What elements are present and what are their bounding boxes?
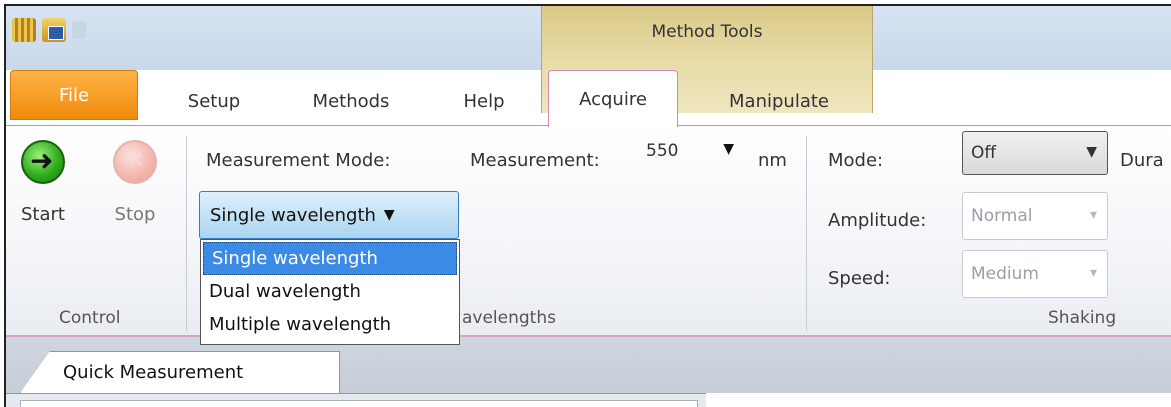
context-group-title: Method Tools (651, 22, 763, 42)
duration-label: Dura (1120, 150, 1164, 171)
tab-setup[interactable]: Setup (174, 82, 254, 120)
speed-label: Speed: (828, 268, 891, 289)
application-window: Method Tools File Setup Methods Help Acq… (4, 4, 1171, 407)
stop-label: Stop (114, 204, 156, 225)
stop-icon (113, 140, 157, 184)
tab-methods[interactable]: Methods (296, 82, 406, 120)
tab-file[interactable]: File (10, 70, 138, 120)
amplitude-label: Amplitude: (828, 210, 927, 231)
option-multiple-wavelength[interactable]: Multiple wavelength (201, 308, 459, 341)
wavelengths-group-label: avelengths (462, 308, 556, 328)
chevron-down-icon: ▾ (1089, 265, 1097, 281)
start-button[interactable]: Start (18, 140, 68, 225)
amplitude-value: Normal (971, 206, 1033, 226)
measurement-mode-label: Measurement Mode: (206, 150, 391, 171)
chevron-down-icon: ▼ (383, 207, 395, 223)
start-label: Start (21, 204, 65, 225)
unit-label: nm (758, 150, 787, 171)
blank-area (706, 393, 1171, 407)
stop-button[interactable]: Stop (110, 140, 160, 225)
speed-select[interactable]: Medium ▾ (962, 250, 1108, 298)
chevron-down-icon: ▼ (723, 141, 734, 157)
measurement-label: Measurement: (470, 150, 600, 171)
document-content (6, 393, 706, 407)
shaking-mode-label: Mode: (828, 150, 884, 171)
chevron-down-icon: ▼ (1086, 144, 1097, 160)
measurement-mode-select[interactable]: Single wavelength ▼ (199, 191, 459, 239)
measurement-mode-value: Single wavelength (210, 204, 376, 226)
group-separator (186, 136, 187, 331)
tab-manipulate[interactable]: Manipulate (714, 82, 844, 120)
document-panel (20, 400, 698, 407)
ribbon-tab-row: File Setup Methods Help Acquire Manipula… (6, 70, 1171, 127)
shaking-mode-select[interactable]: Off ▼ (962, 131, 1108, 175)
start-icon (21, 140, 65, 184)
tab-quick-measurement[interactable]: Quick Measurement (20, 351, 340, 393)
wavelength-value: 550 (646, 141, 679, 161)
group-separator (806, 136, 807, 331)
speed-value: Medium (971, 264, 1039, 284)
chevron-down-icon: ▾ (1089, 207, 1097, 223)
quick-access-toolbar (12, 18, 86, 42)
app-icon[interactable] (12, 18, 36, 42)
shaking-mode-value: Off (971, 143, 997, 163)
option-single-wavelength[interactable]: Single wavelength (203, 242, 457, 275)
ribbon-panel: Start Stop Control Measurement Mode: Mea… (6, 125, 1171, 337)
tab-help[interactable]: Help (452, 82, 516, 120)
wavelength-select[interactable]: 550 ▼ (638, 132, 744, 170)
measurement-mode-dropdown: Single wavelength Dual wavelength Multip… (200, 239, 460, 345)
option-dual-wavelength[interactable]: Dual wavelength (201, 275, 459, 308)
save-icon[interactable] (72, 21, 86, 39)
open-icon[interactable] (42, 18, 66, 42)
tab-acquire[interactable]: Acquire (548, 70, 678, 127)
control-group-label: Control (59, 308, 121, 328)
document-tab-strip: Quick Measurement (6, 337, 1171, 407)
amplitude-select[interactable]: Normal ▾ (962, 192, 1108, 240)
shaking-group-label: Shaking (1048, 308, 1117, 328)
